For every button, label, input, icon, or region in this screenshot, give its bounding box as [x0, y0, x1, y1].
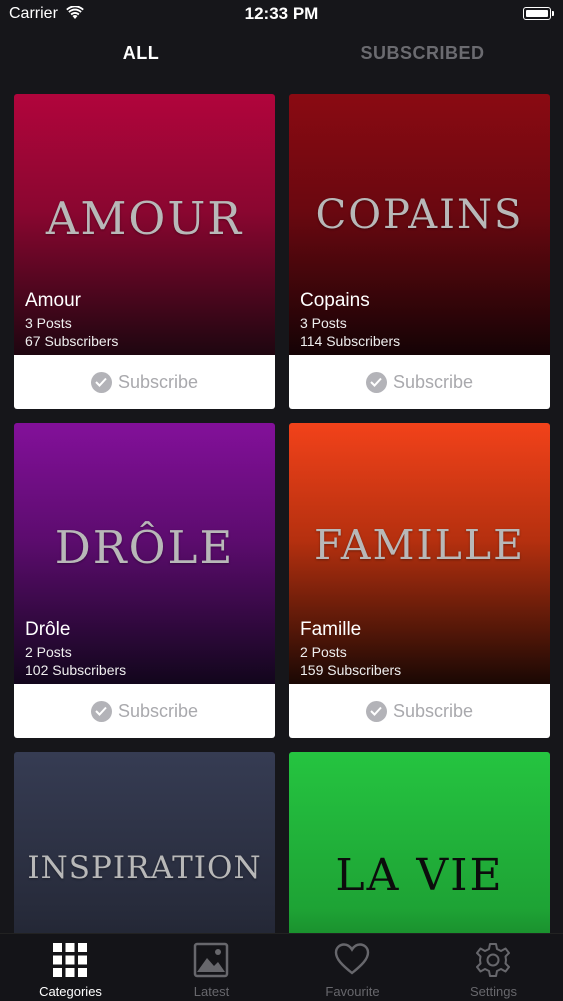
- subscribe-button[interactable]: Subscribe: [289, 684, 550, 738]
- category-artwork: INSPIRATION: [14, 752, 275, 933]
- subscribe-button[interactable]: Subscribe: [14, 684, 275, 738]
- category-title: Amour: [25, 290, 81, 311]
- tabbar-label: Latest: [193, 984, 230, 999]
- tabbar-item-latest[interactable]: Latest: [141, 934, 282, 1001]
- subscribe-button[interactable]: Subscribe: [14, 355, 275, 409]
- category-posts: 2 Posts: [25, 644, 72, 660]
- gear-icon: [476, 943, 510, 977]
- check-icon: [90, 371, 112, 393]
- category-artwork-word: LA VIE: [335, 850, 504, 901]
- category-artwork-word: COPAINS: [315, 192, 524, 238]
- subscribe-button[interactable]: Subscribe: [289, 355, 550, 409]
- check-icon: [365, 700, 387, 722]
- tabbar-label: Categories: [39, 984, 102, 999]
- image-icon: [193, 942, 229, 978]
- tabbar-item-favourite[interactable]: Favourite: [282, 934, 423, 1001]
- tabbar-item-categories[interactable]: Categories: [0, 934, 141, 1001]
- tab-subscribed[interactable]: SUBSCRIBED: [282, 43, 563, 64]
- subscribe-label: Subscribe: [117, 700, 199, 721]
- category-title: Drôle: [25, 619, 71, 640]
- category-subscribers: 159 Subscribers: [300, 662, 402, 678]
- category-card-famille[interactable]: FAMILLE Famille 2 Posts 159 Subscribers …: [289, 423, 550, 738]
- heart-icon: [334, 943, 370, 975]
- category-card-inspiration[interactable]: INSPIRATION: [14, 752, 275, 933]
- category-card-drole[interactable]: DRÔLE Drôle 2 Posts 102 Subscribers Subs…: [14, 423, 275, 738]
- category-subscribers: 114 Subscribers: [300, 333, 401, 349]
- category-subscribers: 67 Subscribers: [25, 333, 119, 349]
- subscribe-label: Subscribe: [392, 700, 474, 721]
- battery-tip: [552, 11, 554, 16]
- category-artwork: FAMILLE Famille 2 Posts 159 Subscribers: [289, 423, 550, 684]
- category-artwork: AMOUR Amour 3 Posts 67 Subscribers: [14, 94, 275, 355]
- category-subscribers: 102 Subscribers: [25, 662, 127, 678]
- category-artwork: LA VIE: [289, 752, 550, 933]
- category-card-amour[interactable]: AMOUR Amour 3 Posts 67 Subscribers Subsc…: [14, 94, 275, 409]
- category-artwork: DRÔLE Drôle 2 Posts 102 Subscribers: [14, 423, 275, 684]
- category-title: Famille: [300, 619, 362, 640]
- grid-icon: [53, 943, 87, 977]
- check-icon: [365, 371, 387, 393]
- category-artwork-word: AMOUR: [45, 192, 244, 245]
- category-card-la-vie[interactable]: LA VIE: [289, 752, 550, 933]
- category-posts: 3 Posts: [25, 315, 72, 331]
- tabbar-label: Favourite: [325, 984, 380, 999]
- status-bar: Carrier 12:33 PM: [0, 0, 563, 30]
- category-artwork-word: INSPIRATION: [27, 850, 262, 886]
- category-artwork-word: DRÔLE: [54, 521, 235, 574]
- check-icon: [90, 700, 112, 722]
- subscribe-label: Subscribe: [117, 371, 199, 392]
- category-posts: 2 Posts: [300, 644, 347, 660]
- category-artwork-word: FAMILLE: [313, 521, 526, 569]
- bottom-tab-bar: Categories Latest Favourite Settings: [0, 933, 563, 1001]
- category-artwork: COPAINS Copains 3 Posts 114 Subscribers: [289, 94, 550, 355]
- category-card-copains[interactable]: COPAINS Copains 3 Posts 114 Subscribers …: [289, 94, 550, 409]
- tabbar-item-settings[interactable]: Settings: [423, 934, 563, 1001]
- subscribe-label: Subscribe: [392, 371, 474, 392]
- battery-icon: [523, 7, 551, 20]
- tabbar-label: Settings: [470, 984, 517, 999]
- category-title: Copains: [300, 290, 370, 311]
- status-time: 12:33 PM: [244, 4, 319, 23]
- category-posts: 3 Posts: [300, 315, 347, 331]
- tab-all[interactable]: ALL: [0, 43, 282, 64]
